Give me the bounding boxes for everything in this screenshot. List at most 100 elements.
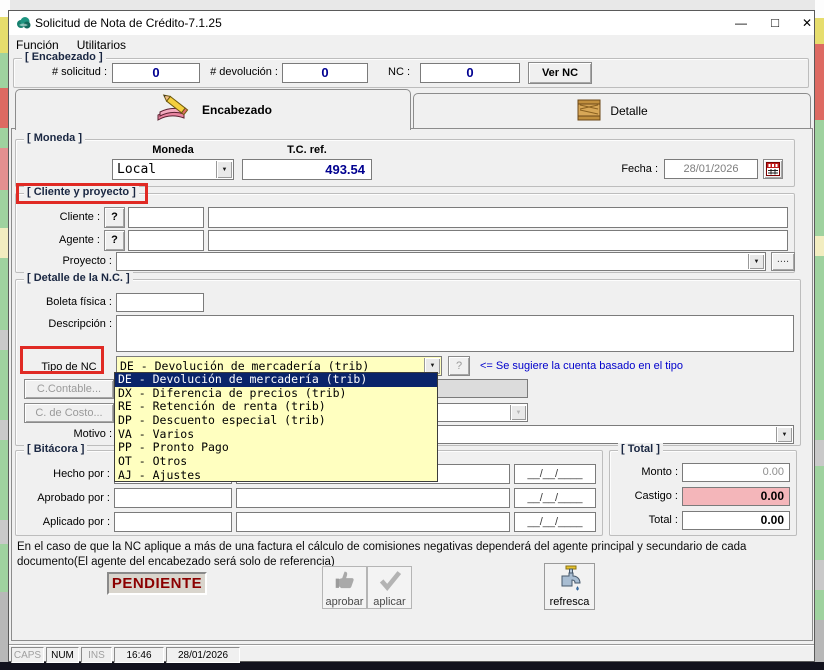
proyecto-label: Proyecto :	[26, 255, 112, 267]
proyecto-browse-button[interactable]: ....	[771, 252, 795, 271]
tipo-nc-option[interactable]: OT - Otros	[115, 455, 437, 469]
moneda-group: [ Moneda ] Moneda T.C. ref. Local ▼ 493.…	[15, 139, 795, 187]
screen: Solicitud de Nota de Crédito-7.1.25 — □ …	[0, 0, 824, 670]
agente-label: Agente :	[26, 234, 100, 246]
aplicado-por-user-input[interactable]	[114, 512, 232, 532]
aplicado-por-name-input[interactable]	[236, 512, 510, 532]
solicitud-label: # solicitud :	[24, 66, 107, 78]
crate-icon	[576, 97, 602, 126]
boleta-fisica-input[interactable]	[116, 293, 204, 312]
total-field: 0.00	[682, 511, 790, 530]
date-panel: 28/01/2026	[166, 647, 240, 663]
tc-ref-header: T.C. ref.	[242, 144, 372, 156]
aprobado-por-label: Aprobado por :	[20, 492, 110, 504]
aplicado-por-date-input[interactable]: __/__/____	[514, 512, 596, 532]
descripcion-input[interactable]	[116, 315, 794, 352]
cliente-code-input[interactable]	[128, 207, 204, 228]
fecha-label: Fecha :	[612, 163, 658, 175]
tipo-nc-option[interactable]: PP - Pronto Pago	[115, 441, 437, 455]
tipo-nc-dropdown-list: DE - Devolución de mercadería (trib) DX …	[114, 372, 438, 482]
suggest-account-button[interactable]: ?	[448, 356, 470, 376]
tipo-nc-value: DE - Devolución de mercadería (trib)	[117, 359, 369, 373]
aplicar-label: aplicar	[373, 596, 405, 608]
calendar-button[interactable]	[763, 159, 783, 179]
tipo-nc-option[interactable]: DE - Devolución de mercadería (trib)	[115, 373, 437, 387]
c-de-costo-button[interactable]: C. de Costo...	[24, 403, 114, 423]
faucet-icon	[556, 564, 584, 596]
suggest-hint-text: <= Se sugiere la cuenta basado en el tip…	[480, 360, 683, 372]
aprobado-por-name-input[interactable]	[236, 488, 510, 508]
castigo-label: Castigo :	[614, 490, 678, 502]
nc-input[interactable]: 0	[420, 63, 520, 83]
status-bar: CAPS NUM INS 16:46 28/01/2026	[9, 645, 814, 662]
cliente-lookup-button[interactable]: ?	[104, 207, 125, 228]
app-icon	[15, 15, 31, 31]
tab-detalle[interactable]: Detalle	[413, 93, 811, 129]
total-label: Total :	[614, 514, 678, 526]
encabezado-group-label: [ Encabezado ]	[22, 51, 106, 63]
total-group: [ Total ] Monto : 0.00 Castigo : 0.00 To…	[609, 450, 797, 536]
calendar-icon	[766, 167, 780, 179]
c-contable-button[interactable]: C.Contable...	[24, 379, 114, 399]
minimize-button[interactable]: —	[727, 11, 755, 35]
menu-bar: Función Utilitarios	[9, 35, 814, 55]
motivo-label: Motivo :	[42, 428, 112, 440]
maximize-button[interactable]: □	[761, 11, 789, 35]
tab-encabezado[interactable]: Encabezado	[15, 89, 411, 130]
check-icon	[377, 567, 403, 596]
chevron-down-icon[interactable]: ▼	[216, 161, 232, 178]
aprobado-por-user-input[interactable]	[114, 488, 232, 508]
refresca-label: refresca	[550, 596, 590, 608]
aprobado-por-date-input[interactable]: __/__/____	[514, 488, 596, 508]
hecho-por-label: Hecho por :	[20, 468, 110, 480]
time-panel: 16:46	[114, 647, 164, 663]
moneda-header: Moneda	[112, 144, 234, 156]
num-indicator: NUM	[46, 647, 79, 663]
cliente-proyecto-group: [ Cliente y proyecto ] Cliente : ? Agent…	[15, 193, 795, 273]
tipo-nc-option[interactable]: DX - Diferencia de precios (trib)	[115, 387, 437, 401]
aplicado-por-label: Aplicado por :	[20, 516, 110, 528]
status-badge: PENDIENTE	[107, 572, 207, 595]
tc-ref-field[interactable]: 493.54	[242, 159, 372, 180]
solicitud-input[interactable]: 0	[112, 63, 200, 83]
nc-label: NC :	[364, 66, 410, 78]
cliente-name-input[interactable]	[208, 207, 788, 228]
agente-code-input[interactable]	[128, 230, 204, 251]
pencil-pad-icon	[154, 94, 194, 127]
annotation-cliente-proyecto	[16, 183, 148, 204]
aprobar-label: aprobar	[326, 596, 364, 608]
tipo-nc-option[interactable]: RE - Retención de renta (trib)	[115, 400, 437, 414]
fecha-field[interactable]: 28/01/2026	[664, 159, 758, 179]
hecho-por-date-input[interactable]: __/__/____	[514, 464, 596, 484]
ins-indicator: INS	[81, 647, 112, 663]
moneda-value: Local	[113, 162, 156, 177]
menu-funcion[interactable]: Función	[16, 38, 59, 52]
taskbar-strip	[0, 662, 824, 670]
background-window-right	[815, 0, 824, 670]
title-bar[interactable]: Solicitud de Nota de Crédito-7.1.25 — □ …	[9, 11, 814, 35]
total-group-label: [ Total ]	[618, 443, 663, 455]
chevron-down-icon[interactable]: ▼	[776, 427, 792, 442]
refresca-button[interactable]: refresca	[544, 563, 595, 610]
monto-field: 0.00	[682, 463, 790, 482]
aprobar-button[interactable]: aprobar	[322, 566, 367, 609]
encabezado-group: [ Encabezado ] # solicitud : 0 # devoluc…	[13, 58, 809, 88]
chevron-down-icon[interactable]: ▼	[748, 254, 764, 269]
monto-label: Monto :	[614, 466, 678, 478]
thumbs-up-icon	[332, 567, 358, 596]
moneda-group-label: [ Moneda ]	[24, 132, 85, 144]
moneda-combobox[interactable]: Local ▼	[112, 159, 234, 180]
tipo-nc-option[interactable]: DP - Descuento especial (trib)	[115, 414, 437, 428]
caps-indicator: CAPS	[11, 647, 44, 663]
menu-utilitarios[interactable]: Utilitarios	[77, 38, 126, 52]
castigo-field[interactable]: 0.00	[682, 487, 790, 506]
tipo-nc-option[interactable]: AJ - Ajustes	[115, 469, 437, 483]
ver-nc-button[interactable]: Ver NC	[528, 62, 592, 84]
agente-lookup-button[interactable]: ?	[104, 230, 125, 251]
aplicar-button[interactable]: aplicar	[367, 566, 412, 609]
agente-name-input[interactable]	[208, 230, 788, 251]
devolucion-input[interactable]: 0	[282, 63, 368, 83]
proyecto-combobox[interactable]: ▼	[116, 252, 766, 271]
close-button[interactable]: ✕	[793, 11, 821, 35]
tipo-nc-option[interactable]: VA - Varios	[115, 428, 437, 442]
